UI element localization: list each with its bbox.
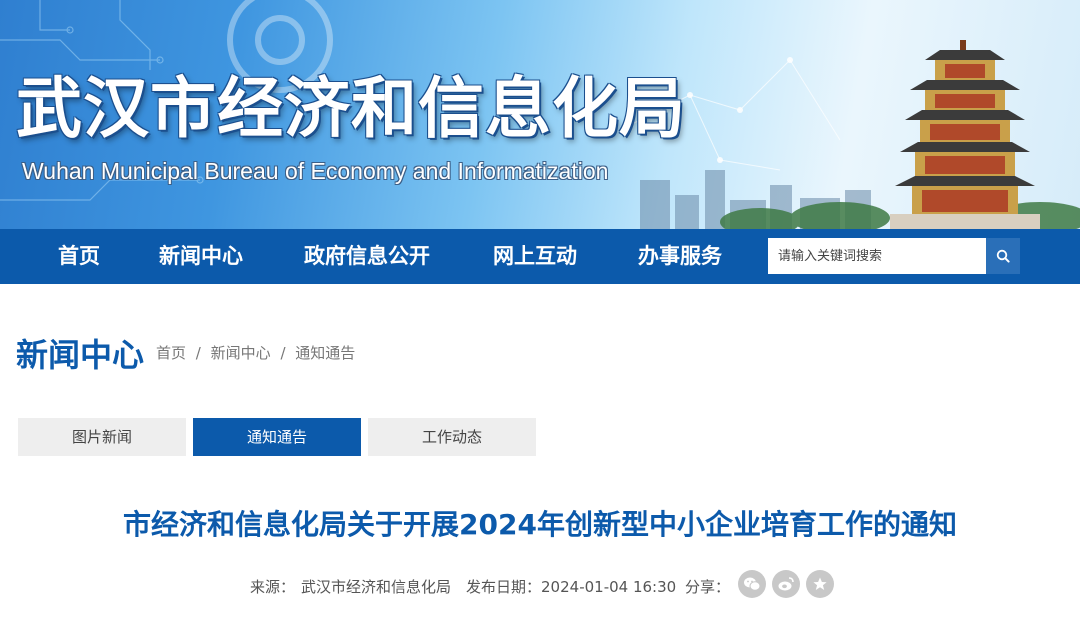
tower-illustration xyxy=(890,40,1040,229)
share-weibo-button[interactable] xyxy=(772,570,800,598)
tab-photo-news[interactable]: 图片新闻 xyxy=(18,418,186,456)
nav-item-news-center[interactable]: 新闻中心 xyxy=(159,229,243,284)
nav-item-services[interactable]: 办事服务 xyxy=(638,229,722,284)
source-value: 武汉市经济和信息化局 xyxy=(301,578,452,596)
site-subtitle-en: Wuhan Municipal Bureau of Economy and In… xyxy=(22,158,609,184)
search-icon xyxy=(996,249,1010,263)
date-label: 发布日期： xyxy=(466,578,542,596)
tab-notices[interactable]: 通知通告 xyxy=(193,418,361,456)
tab-work-updates[interactable]: 工作动态 xyxy=(368,418,536,456)
breadcrumb-separator: / xyxy=(195,344,201,362)
search-button[interactable] xyxy=(986,238,1020,274)
nav-item-home[interactable]: 首页 xyxy=(58,229,100,284)
weibo-icon xyxy=(778,577,794,591)
section-title: 新闻中心 xyxy=(16,336,145,374)
nav-item-gov-info[interactable]: 政府信息公开 xyxy=(304,229,430,284)
search-input[interactable] xyxy=(768,239,1000,273)
breadcrumb: 首页 / 新闻中心 / 通知通告 xyxy=(156,342,355,363)
breadcrumb-notices[interactable]: 通知通告 xyxy=(295,344,355,362)
wechat-icon xyxy=(744,577,761,591)
source-label: 来源： xyxy=(250,578,296,596)
article-title: 市经济和信息化局关于开展2024年创新型中小企业培育工作的通知 xyxy=(123,508,957,541)
share-favorite-button[interactable] xyxy=(806,570,834,598)
breadcrumb-news-center[interactable]: 新闻中心 xyxy=(211,344,271,362)
main-navigation: 首页 新闻中心 政府信息公开 网上互动 办事服务 xyxy=(0,229,1080,284)
breadcrumb-home[interactable]: 首页 xyxy=(156,344,186,362)
favorite-icon xyxy=(813,577,827,590)
article-date: 发布日期：2024-01-04 16:30 xyxy=(466,576,676,597)
header-banner: 武汉市经济和信息化局 Wuhan Municipal Bureau of Eco… xyxy=(0,0,1080,229)
share-label: 分享： xyxy=(685,578,731,596)
date-value: 2024-01-04 16:30 xyxy=(541,578,677,596)
site-title: 武汉市经济和信息化局 xyxy=(16,70,686,147)
share-wechat-button[interactable] xyxy=(738,570,766,598)
search-box xyxy=(768,238,1020,274)
breadcrumb-separator: / xyxy=(280,344,286,362)
nav-item-online-interaction[interactable]: 网上互动 xyxy=(493,229,577,284)
article-source: 来源： 武汉市经济和信息化局 xyxy=(250,576,451,597)
